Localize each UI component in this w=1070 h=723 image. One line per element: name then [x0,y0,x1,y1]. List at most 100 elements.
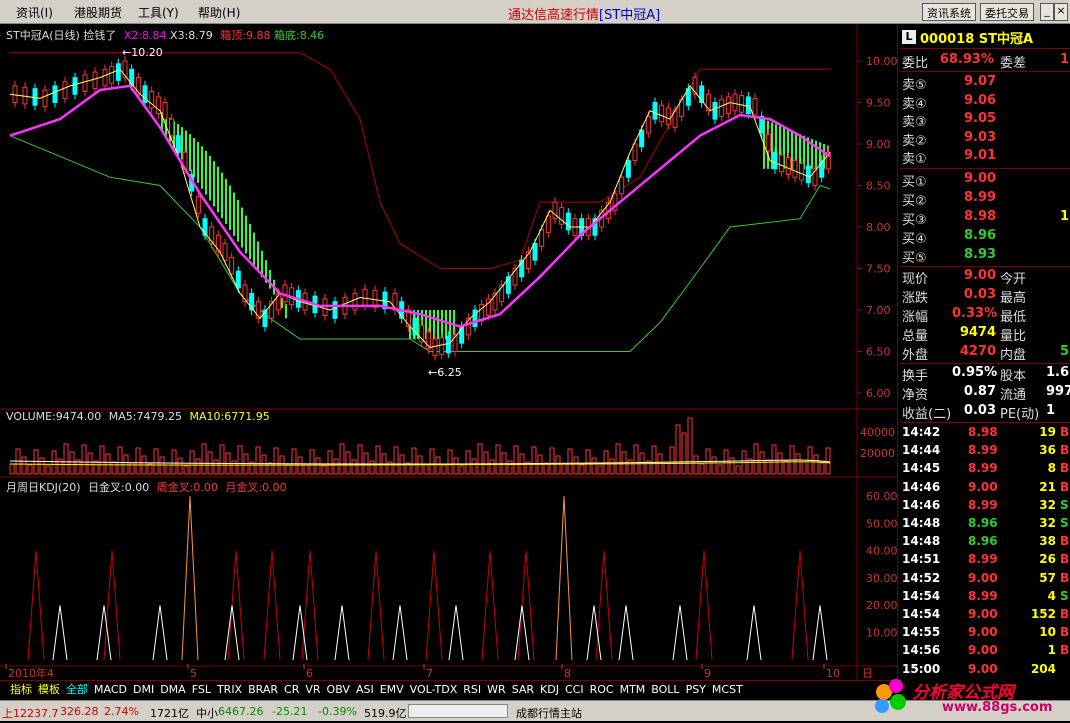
volume-bar [561,463,567,475]
tab-dma[interactable]: DMA [160,683,186,696]
kdj-spike-red [791,550,809,661]
candle-body [352,292,358,311]
candle-body [785,157,791,175]
tab-trix[interactable]: TRIX [217,683,242,696]
candle-body [752,97,758,116]
volume-bar [615,443,621,475]
candle-body [92,71,98,90]
tab-vol-tdx[interactable]: VOL-TDX [410,683,458,696]
tab-asi[interactable]: ASI [356,683,374,696]
kdj-spike-white [152,605,168,661]
kdj-spike-red [103,550,121,661]
price-tick-label: 8.00 [866,221,891,234]
candle-body [62,81,68,99]
tab-macd[interactable]: MACD [94,683,127,696]
volume-bar [321,465,327,475]
chart-area[interactable]: 10.00 9.50 9.00 8.50 8.00 7.50 7.00 6.50 6.00 400… [0,24,898,680]
candle-body [109,66,115,84]
menu-help[interactable]: 帮助(H) [198,4,240,21]
candle-body [765,133,771,152]
volume-bar [285,463,291,475]
date-tick-label: 2010年4 [8,666,54,680]
kdj-spike-red [263,550,281,661]
candle-body [439,337,445,355]
news-system-button[interactable]: 资讯系统 [922,3,976,21]
sh-pct: 2.74% [104,705,139,718]
ask-row: 卖① 9.01 [902,148,997,167]
tab-roc[interactable]: ROC [590,683,614,696]
server-name: 成都行情主站 [516,707,582,720]
candle-body [539,229,545,247]
kdj-spike-red [367,550,385,661]
volume-bar [729,457,735,475]
menu-news[interactable]: 资讯(I) [16,4,53,21]
tab-mtm[interactable]: MTM [620,683,646,696]
kdj-spike-red [425,550,443,661]
tab-rsi[interactable]: RSI [463,683,481,696]
kdj-spike-white [334,605,350,661]
tab-cr[interactable]: CR [284,683,299,696]
tab-模板[interactable]: 模板 [38,683,60,696]
volume-bar [753,443,759,475]
tick-row: 14:54 9.00 152 B [902,607,1070,621]
kdj-spike-white [392,605,408,661]
tab-指标[interactable]: 指标 [10,683,32,696]
tab-sar[interactable]: SAR [512,683,534,696]
tick-row: 14:45 8.99 8 B [902,461,1070,476]
volume-bar [771,444,777,475]
volume-bar [579,464,585,475]
volume-bar [759,451,765,475]
tab-obv[interactable]: OBV [327,683,350,696]
tab-fsl[interactable]: FSL [192,683,211,696]
minimize-button[interactable]: _ [1040,3,1054,21]
tab-wr[interactable]: WR [487,683,506,696]
volume-bar [711,456,717,475]
menu-tools[interactable]: 工具(Y) [138,4,179,21]
tick-row: 14:56 9.00 1 B [902,643,1070,658]
tab-kdj[interactable]: KDJ [540,683,559,696]
stock-code: 000018 ST中冠A [920,32,1034,47]
chart-canvas[interactable]: 10.00 9.50 9.00 8.50 8.00 7.50 7.00 6.50 6.00 400… [0,24,898,680]
volume-bar [429,448,435,475]
quote-stat-row: 涨跌 0.03 最高 [902,287,1027,306]
volume-bar [231,460,237,475]
volume-bar [633,444,639,475]
close-button[interactable]: × [1054,3,1068,21]
volume-bar [255,446,261,475]
tab-vr[interactable]: VR [305,683,320,696]
tab-psy[interactable]: PSY [686,683,706,696]
watermark-logo: 分析家公式网 www.88gs.com [864,676,1070,720]
trade-button[interactable]: 委托交易 [980,3,1034,21]
sme-amount: 519.9亿 [364,707,407,720]
menu-hk-futures[interactable]: 港股期货 [74,4,122,21]
price-tick-label: 6.00 [866,387,891,400]
price-tick-label: 7.50 [866,263,891,276]
tab-boll[interactable]: BOLL [651,683,679,696]
low-annotation: ←6.25 [428,366,462,379]
volume-bar [435,456,441,475]
volume-bar [81,444,87,475]
kdj-spike-white [96,605,112,661]
candle-body [82,74,88,92]
tab-全部[interactable]: 全部 [66,683,88,696]
candle-body [799,162,805,181]
volume-bar [105,453,111,475]
price-tick-label: 10.00 [866,55,898,68]
volume-bar [549,447,555,475]
volume-bar [495,444,501,475]
tab-cci[interactable]: CCI [565,683,584,696]
tab-emv[interactable]: EMV [380,683,404,696]
kdj-spike-white [618,605,634,661]
tab-mcst[interactable]: MCST [712,683,743,696]
candle-body [625,160,631,178]
tab-dmi[interactable]: DMI [133,683,154,696]
box-bottom-line [9,135,831,352]
candle-body [719,99,725,117]
kdj-tick-label: 60.00 [866,490,898,503]
tick-row: 14:55 9.00 10 B [902,625,1070,640]
volume-bar [507,460,513,475]
volume-bar [441,464,447,475]
tab-brar[interactable]: BRAR [248,683,278,696]
volume-bar [9,463,15,475]
volume-bar [669,446,675,475]
